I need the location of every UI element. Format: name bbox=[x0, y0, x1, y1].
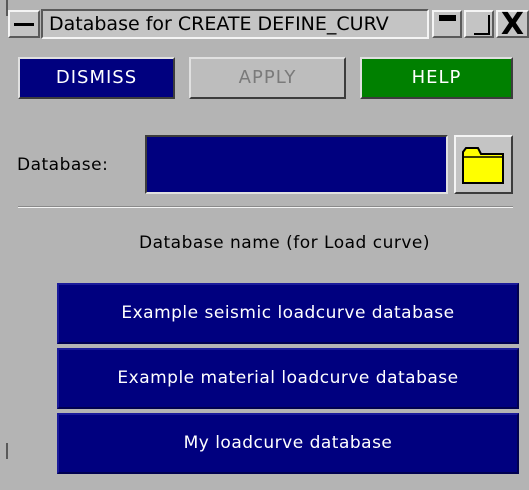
window-title: Database for CREATE DEFINE_CURV bbox=[41, 9, 429, 39]
database-dialog: Database for CREATE DEFINE_CURV X DISMIS… bbox=[0, 0, 529, 490]
window-edge-mark bbox=[6, 0, 8, 16]
list-item-material-database[interactable]: Example material loadcurve database bbox=[57, 348, 519, 409]
list-item-seismic-database[interactable]: Example seismic loadcurve database bbox=[57, 283, 519, 344]
browse-folder-button[interactable] bbox=[454, 135, 513, 194]
database-input[interactable] bbox=[145, 135, 448, 194]
close-button[interactable]: X bbox=[496, 7, 529, 42]
database-label: Database: bbox=[17, 155, 109, 175]
apply-button[interactable]: APPLY bbox=[189, 57, 346, 99]
folder-icon bbox=[462, 147, 504, 184]
maximize-button[interactable] bbox=[464, 10, 494, 38]
minimize-button[interactable] bbox=[432, 10, 462, 38]
window-edge-mark bbox=[6, 443, 8, 459]
window-menu-icon bbox=[14, 23, 34, 26]
minimize-icon bbox=[439, 15, 456, 21]
window-menu-button[interactable] bbox=[8, 10, 40, 38]
title-bar: Database for CREATE DEFINE_CURV X bbox=[0, 0, 529, 44]
maximize-icon bbox=[474, 15, 490, 35]
help-button[interactable]: HELP bbox=[360, 57, 513, 99]
dismiss-button[interactable]: DISMISS bbox=[18, 57, 175, 99]
section-divider bbox=[18, 206, 513, 208]
close-icon: X bbox=[500, 7, 525, 42]
list-item-my-database[interactable]: My loadcurve database bbox=[57, 413, 519, 474]
list-heading: Database name (for Load curve) bbox=[139, 233, 430, 253]
